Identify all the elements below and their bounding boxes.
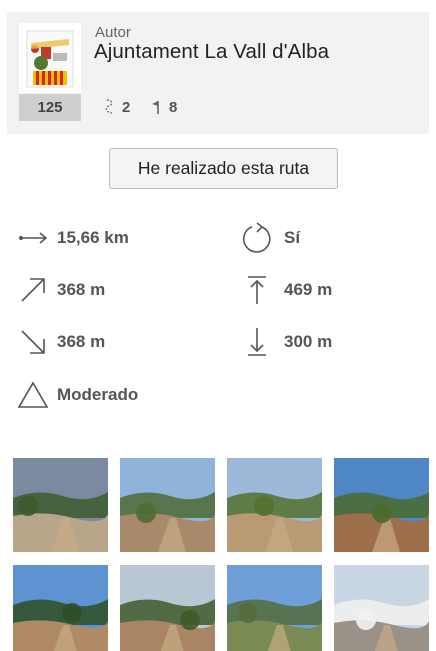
author-stat-value: 2: [122, 98, 131, 116]
min-altitude-value: 300 m: [284, 332, 333, 351]
loop-stat: Sí: [240, 221, 300, 255]
ascent-arrow-icon: [16, 273, 50, 307]
descent-arrow-icon: [16, 325, 50, 359]
photo-thumbnail[interactable]: [227, 458, 322, 552]
distance-value: 15,66 km: [57, 228, 129, 247]
distance-stat: 15,66 km: [16, 221, 129, 255]
author-name[interactable]: Ajuntament La Vall d'Alba: [94, 40, 329, 64]
min-altitude-stat: 300 m: [240, 325, 332, 359]
max-altitude-icon: [240, 273, 274, 307]
author-stat-value: 8: [169, 98, 178, 116]
elevation-gain-stat: 368 m: [16, 273, 105, 307]
route-done-button[interactable]: He realizado esta ruta: [109, 148, 338, 189]
author-card[interactable]: 125 Autor Ajuntament La Vall d'Alba 2 8: [7, 12, 429, 134]
distance-arrow-icon: [16, 221, 50, 255]
loop-icon: [240, 221, 274, 255]
photo-thumbnail[interactable]: [120, 565, 215, 651]
elevation-loss-value: 368 m: [57, 332, 106, 351]
min-altitude-icon: [240, 325, 274, 359]
author-label: Autor: [95, 24, 131, 41]
routes-count-badge: 125: [19, 94, 81, 121]
elevation-loss-stat: 368 m: [16, 325, 105, 359]
difficulty-triangle-icon: [16, 378, 50, 412]
max-altitude-value: 469 m: [284, 280, 333, 299]
author-stat-waypoints: 8: [150, 98, 177, 116]
photo-thumbnail[interactable]: [13, 565, 108, 651]
photo-thumbnail[interactable]: [120, 458, 215, 552]
difficulty-stat: Moderado: [16, 378, 138, 412]
photo-thumbnail[interactable]: [13, 458, 108, 552]
photo-thumbnail[interactable]: [334, 565, 429, 651]
route-icon: [103, 98, 117, 116]
author-stat-routes: 2: [103, 98, 130, 116]
max-altitude-stat: 469 m: [240, 273, 332, 307]
photo-thumbnail[interactable]: [334, 458, 429, 552]
difficulty-value: Moderado: [57, 385, 139, 404]
photo-thumbnail[interactable]: [227, 565, 322, 651]
waypoint-flag-icon: [150, 98, 164, 116]
elevation-gain-value: 368 m: [57, 280, 106, 299]
author-logo: [19, 23, 81, 93]
loop-value: Sí: [284, 228, 301, 247]
